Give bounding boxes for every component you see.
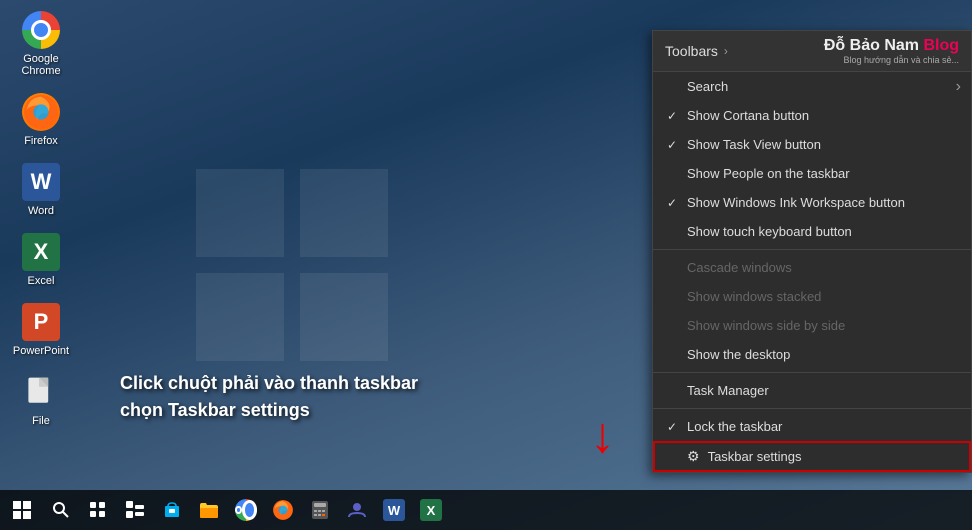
taskbar-calculator[interactable]: [303, 493, 337, 527]
menu-items-container: Search ✓ Show Cortana button ✓ Show Task Vie…: [653, 72, 971, 472]
menu-item-show-people[interactable]: Show People on the taskbar: [653, 159, 971, 188]
firefox-icon-img: [22, 93, 60, 131]
taskbar-excel-icon: X: [420, 499, 442, 521]
menu-label-taskbar-settings: Taskbar settings: [708, 449, 802, 464]
menu-label-show-touch-keyboard: Show touch keyboard button: [687, 224, 852, 239]
checkmark-show-taskview: ✓: [667, 138, 683, 152]
icon-firefox[interactable]: Firefox: [5, 87, 77, 152]
checkmark-lock-taskbar: ✓: [667, 420, 683, 434]
taskbar-word-icon: W: [383, 499, 405, 521]
red-arrow: ↓: [590, 410, 615, 460]
menu-item-lock-taskbar[interactable]: ✓ Lock the taskbar: [653, 412, 971, 441]
blog-subtitle: Blog hướng dẫn và chia sẻ...: [844, 55, 960, 65]
windows-logo-bg: [192, 165, 392, 365]
taskbar-search[interactable]: [44, 493, 78, 527]
menu-label-show-people: Show People on the taskbar: [687, 166, 850, 181]
menu-item-show-ink[interactable]: ✓ Show Windows Ink Workspace button: [653, 188, 971, 217]
desktop: Google Chrome Firefox W Word: [0, 0, 972, 530]
menu-item-show-desktop[interactable]: Show the desktop: [653, 340, 971, 369]
menu-label-show-ink: Show Windows Ink Workspace button: [687, 195, 905, 210]
start-button[interactable]: [5, 493, 39, 527]
taskbar-file-explorer[interactable]: [192, 493, 226, 527]
icon-powerpoint[interactable]: P PowerPoint: [5, 297, 77, 362]
menu-label-task-manager: Task Manager: [687, 383, 769, 398]
word-label: Word: [28, 205, 54, 217]
taskbar-store[interactable]: [155, 493, 189, 527]
instruction-line2: chọn Taskbar settings: [120, 397, 418, 424]
taskbar-teams[interactable]: [340, 493, 374, 527]
menu-separator: [653, 372, 971, 373]
powerpoint-label: PowerPoint: [13, 345, 69, 357]
icon-google-chrome[interactable]: Google Chrome: [5, 5, 77, 82]
blog-title: Đỗ Bảo Nam Blog: [824, 37, 959, 55]
gear-icon: ⚙: [687, 448, 700, 465]
taskbar-task-view[interactable]: [81, 493, 115, 527]
taskbar-excel[interactable]: X: [414, 493, 448, 527]
menu-item-show-touch-keyboard[interactable]: Show touch keyboard button: [653, 217, 971, 246]
blog-name-do: Đỗ Bảo Nam Blog: [824, 37, 959, 54]
taskbar-widgets[interactable]: [118, 493, 152, 527]
menu-label-show-cortana: Show Cortana button: [687, 108, 809, 123]
menu-item-search[interactable]: Search: [653, 72, 971, 101]
menu-item-show-taskview[interactable]: ✓ Show Task View button: [653, 130, 971, 159]
file-label: File: [32, 415, 50, 427]
icon-excel[interactable]: X Excel: [5, 227, 77, 292]
menu-label-lock-taskbar: Lock the taskbar: [687, 419, 782, 434]
instruction-line1: Click chuột phải vào thanh taskbar: [120, 370, 418, 397]
taskbar-firefox[interactable]: [266, 493, 300, 527]
menu-item-stacked: Show windows stacked: [653, 282, 971, 311]
menu-header-arrow: ›: [724, 44, 728, 58]
chrome-icon: [22, 11, 60, 49]
menu-label-cascade: Cascade windows: [687, 260, 792, 275]
taskbar-word[interactable]: W: [377, 493, 411, 527]
powerpoint-icon-img: P: [22, 303, 60, 341]
menu-item-task-manager[interactable]: Task Manager: [653, 376, 971, 405]
icon-file[interactable]: File: [5, 367, 77, 432]
menu-separator: [653, 408, 971, 409]
taskbar: W X: [0, 490, 972, 530]
excel-label: Excel: [28, 275, 55, 287]
excel-icon-img: X: [22, 233, 60, 271]
context-menu: Toolbars › Đỗ Bảo Nam Blog Blog hướng dẫ…: [652, 30, 972, 473]
menu-item-side-by-side: Show windows side by side: [653, 311, 971, 340]
icon-word[interactable]: W Word: [5, 157, 77, 222]
menu-label-side-by-side: Show windows side by side: [687, 318, 845, 333]
menu-label-show-taskview: Show Task View button: [687, 137, 821, 152]
menu-label-show-desktop: Show the desktop: [687, 347, 790, 362]
instruction-text: Click chuột phải vào thanh taskbar chọn …: [120, 370, 418, 424]
taskbar-chrome-icon: [235, 499, 257, 521]
menu-label-search: Search: [687, 79, 728, 94]
word-icon-img: W: [22, 163, 60, 201]
menu-item-show-cortana[interactable]: ✓ Show Cortana button: [653, 101, 971, 130]
checkmark-show-ink: ✓: [667, 196, 683, 210]
desktop-icons: Google Chrome Firefox W Word: [5, 5, 77, 432]
taskbar-chrome[interactable]: [229, 493, 263, 527]
menu-header-right: Đỗ Bảo Nam Blog Blog hướng dẫn và chia s…: [824, 37, 959, 65]
menu-item-cascade: Cascade windows: [653, 253, 971, 282]
menu-separator: [653, 249, 971, 250]
checkmark-show-cortana: ✓: [667, 109, 683, 123]
chrome-label: Google Chrome: [10, 53, 72, 77]
menu-item-taskbar-settings[interactable]: ⚙ Taskbar settings: [653, 441, 971, 472]
firefox-label: Firefox: [24, 135, 58, 147]
file-icon-img: [22, 373, 60, 411]
menu-toolbars-label: Toolbars: [665, 43, 718, 59]
menu-label-stacked: Show windows stacked: [687, 289, 821, 304]
menu-header: Toolbars › Đỗ Bảo Nam Blog Blog hướng dẫ…: [653, 31, 971, 72]
